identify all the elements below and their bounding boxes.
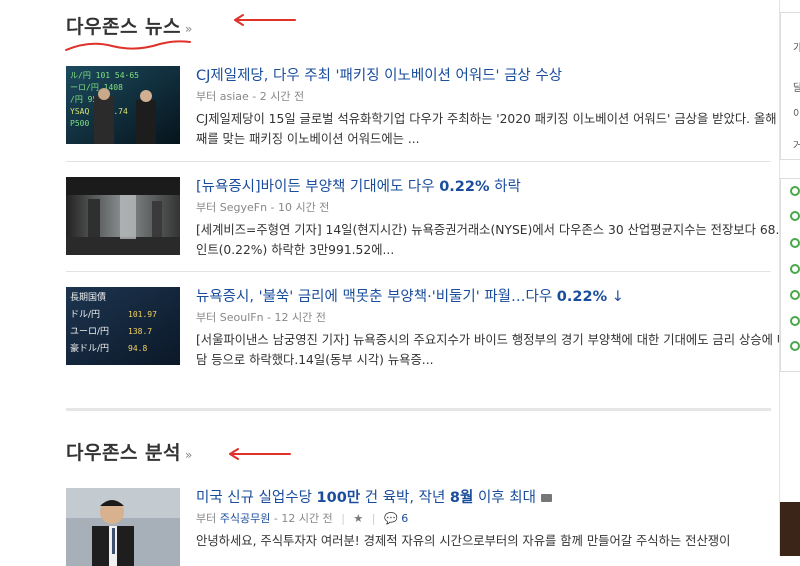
news-source: SeoulFn xyxy=(219,311,264,324)
comment-icon[interactable]: 💬 xyxy=(384,512,398,525)
bullet-circle-icon xyxy=(790,316,800,326)
news-time: 12 시간 전 xyxy=(274,311,326,324)
headline-tail[interactable]: 이후 최대 xyxy=(473,490,536,506)
analysis-meta: 부터 주식공무원 - 12 시간 전 | ★ | 💬 6 xyxy=(196,512,409,525)
news-time: 10 시간 전 xyxy=(278,201,330,214)
news-thumbnail[interactable]: ル/円 101 54·65 ーロ/円 1408 /円 95.35 YSAQ 20… xyxy=(66,66,180,144)
divider xyxy=(66,271,771,272)
news-source: asiae xyxy=(219,90,249,103)
news-headline[interactable]: 뉴욕증시, '불쑥' 금리에 맥못춘 부양책·'비둘기' 파월…다우 0.22%… xyxy=(196,287,800,307)
section-divider xyxy=(66,408,771,411)
divider xyxy=(66,161,771,162)
bullet-circle-icon xyxy=(790,186,800,196)
sidebar-cell: 달 xyxy=(793,83,800,94)
main-content: 다우존스 뉴스 » ル/円 101 54·65 ーロ/円 1408 /円 95.… xyxy=(0,0,800,566)
by-prefix: 부터 xyxy=(196,311,217,324)
svg-text:ユーロ/円: ユーロ/円 xyxy=(70,326,109,337)
headline-text[interactable]: 뉴욕증시, '불쑥' 금리에 맥못춘 부양책·'비둘기' 파월…다우 xyxy=(196,289,557,305)
analysis-thumbnail[interactable] xyxy=(66,488,180,566)
news-headline[interactable]: [뉴욕증시]바이든 부양책 기대에도 다우 0.22% 하락 xyxy=(196,177,800,197)
news-meta: 부터 asiae - 2 시간 전 xyxy=(196,90,305,103)
news-snippet: CJ제일제당이 15일 글로벌 석유화학기업 다우가 주최하는 '2020 패키… xyxy=(196,112,800,146)
sidebar-cell: 이 xyxy=(793,109,800,120)
sidebar-cell: 가 xyxy=(793,43,800,54)
analysis-time: 12 시간 전 xyxy=(281,512,333,525)
bullet-circle-icon xyxy=(790,211,800,221)
headline-bold[interactable]: 0.22% xyxy=(557,289,607,305)
svg-text:ドル/円: ドル/円 xyxy=(70,309,100,320)
news-meta: 부터 SeoulFn - 12 시간 전 xyxy=(196,311,326,324)
svg-text:101.97: 101.97 xyxy=(128,310,157,319)
svg-text:長期国債: 長期国債 xyxy=(70,291,106,303)
separator: | xyxy=(371,512,376,525)
news-item[interactable]: [뉴욕증시]바이든 부양책 기대에도 다우 0.22% 하락 부터 SegyeF… xyxy=(66,177,800,257)
svg-text:94.8: 94.8 xyxy=(128,344,147,353)
news-meta: 부터 SegyeFn - 10 시간 전 xyxy=(196,201,330,214)
star-icon[interactable]: ★ xyxy=(353,512,363,525)
separator: | xyxy=(341,512,345,525)
bullet-circle-icon xyxy=(790,341,800,351)
svg-text:豪ドル/円: 豪ドル/円 xyxy=(70,342,109,354)
video-icon xyxy=(540,494,552,502)
headline-text[interactable]: 건 육박, 작년 xyxy=(360,490,450,506)
news-thumbnail[interactable] xyxy=(66,177,180,255)
news-snippet: [세계비즈=주형연 기자] 14일(현지시간) 뉴욕증권거래소(NYSE)에서 … xyxy=(196,223,800,257)
headline-tail[interactable]: ↓ xyxy=(607,289,624,305)
headline-bold[interactable]: 8월 xyxy=(450,490,473,506)
analysis-headline[interactable]: 미국 신규 실업수당 100만 건 육박, 작년 8월 이후 최대 xyxy=(196,488,800,508)
headline-text[interactable]: 미국 신규 실업수당 xyxy=(196,490,317,506)
news-headline[interactable]: CJ제일제당, 다우 주최 '패키징 이노베이션 어워드' 금상 수상 xyxy=(196,66,800,86)
sidebar-cell: 거 xyxy=(793,141,800,152)
by-prefix: 부터 xyxy=(196,90,217,103)
news-time: 2 시간 전 xyxy=(259,90,305,103)
news-snippet: [서울파이낸스 남궁영진 기자] 뉴욕증시의 주요지수가 바이드 행정부의 경기… xyxy=(196,333,800,367)
bullet-circle-icon xyxy=(790,238,800,248)
sidebar-ad-image[interactable] xyxy=(780,502,800,556)
headline-text[interactable]: CJ제일제당, 다우 주최 '패키징 이노베이션 어워드' 금상 수상 xyxy=(196,68,562,84)
headline-bold[interactable]: 0.22% xyxy=(439,179,489,195)
red-annotation-analysis xyxy=(229,448,291,460)
svg-text:ーロ/円 1408: ーロ/円 1408 xyxy=(70,83,123,92)
headline-text[interactable]: [뉴욕증시]바이든 부양책 기대에도 다우 xyxy=(196,179,439,195)
svg-text:ル/円 101 54·65: ル/円 101 54·65 xyxy=(70,71,139,80)
by-prefix: 부터 xyxy=(196,201,217,214)
author-link[interactable]: 주식공무원 xyxy=(220,512,271,525)
bullet-circle-icon xyxy=(790,290,800,300)
sidebar-table: 가 달 이 거 xyxy=(780,12,800,160)
news-thumbnail[interactable]: 長期国債 ドル/円 ユーロ/円 豪ドル/円 101.97 138.7 94.8 xyxy=(66,287,180,365)
headline-tail[interactable]: 하락 xyxy=(490,179,521,195)
analysis-snippet: 안녕하세요, 주식투자자 여러분! 경제적 자유의 시간으로부터의 자유를 함께… xyxy=(196,534,731,548)
red-annotation-news xyxy=(65,14,296,51)
headline-bold[interactable]: 100만 xyxy=(317,490,361,506)
comment-count[interactable]: 6 xyxy=(401,512,408,525)
analysis-item[interactable]: 미국 신규 실업수당 100만 건 육박, 작년 8월 이후 최대 부터 주식공… xyxy=(66,488,771,566)
news-item[interactable]: ル/円 101 54·65 ーロ/円 1408 /円 95.35 YSAQ 20… xyxy=(66,66,800,146)
bullet-circle-icon xyxy=(790,264,800,274)
news-source: SegyeFn xyxy=(219,201,268,214)
news-item[interactable]: 長期国債 ドル/円 ユーロ/円 豪ドル/円 101.97 138.7 94.8 … xyxy=(66,287,800,367)
by-prefix: 부터 xyxy=(196,512,217,525)
svg-text:138.7: 138.7 xyxy=(128,327,152,336)
